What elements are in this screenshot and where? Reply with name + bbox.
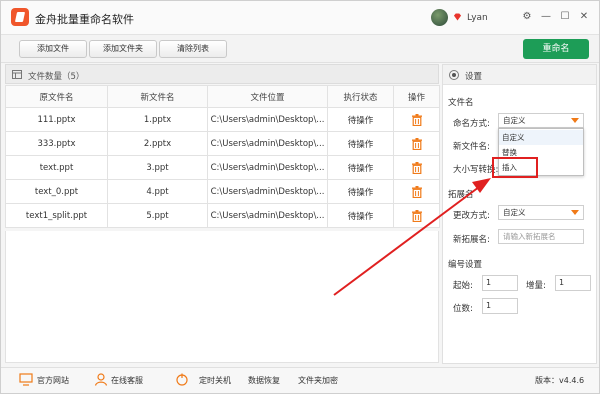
- column-header[interactable]: 原文件名: [5, 85, 108, 108]
- chevron-down-icon: [571, 118, 579, 123]
- new-filename: 3.ppt: [107, 155, 208, 180]
- new-extension-input[interactable]: 请输入新拓展名: [498, 229, 584, 244]
- timer-shutdown-icon: [176, 373, 188, 386]
- monitor-icon: [19, 373, 33, 386]
- timed-shutdown-link[interactable]: 定时关机: [199, 375, 231, 386]
- table-row[interactable]: 333.pptx 2.pptx C:\Users\admin\Desktop\.…: [5, 131, 440, 156]
- original-filename: text.ppt: [5, 155, 108, 180]
- trash-icon[interactable]: [411, 161, 422, 174]
- digits-label: 位数:: [453, 304, 473, 314]
- close-button[interactable]: ✕: [578, 11, 590, 23]
- delete-cell: [393, 107, 440, 132]
- trash-icon[interactable]: [411, 113, 422, 126]
- column-header[interactable]: 文件位置: [207, 85, 328, 108]
- official-website-link[interactable]: 官方网站: [37, 375, 69, 386]
- change-mode-label: 更改方式:: [453, 211, 490, 221]
- status-text: 待操作: [327, 131, 394, 156]
- avatar[interactable]: [431, 9, 448, 26]
- change-mode-value: 自定义: [503, 208, 526, 217]
- status-text: 待操作: [327, 155, 394, 180]
- naming-mode-label: 命名方式:: [453, 119, 490, 129]
- add-folder-button[interactable]: 添加文件夹: [89, 40, 157, 58]
- original-filename: 333.pptx: [5, 131, 108, 156]
- annotation-highlight-box: [492, 157, 538, 178]
- new-filename: 5.ppt: [107, 203, 208, 228]
- list-icon: [12, 70, 22, 79]
- original-filename: text_0.ppt: [5, 179, 108, 204]
- app-title: 金舟批量重命名软件: [35, 13, 134, 26]
- status-bar: 官方网站 在线客服 定时关机 数据恢复 文件夹加密 版本：v4.4.6: [1, 367, 599, 393]
- increment-input[interactable]: 1: [555, 275, 591, 291]
- settings-radio-icon[interactable]: [449, 70, 459, 80]
- settings-title: 设置: [465, 72, 483, 82]
- status-text: 待操作: [327, 179, 394, 204]
- delete-cell: [393, 131, 440, 156]
- new-filename-label: 新文件名:: [453, 142, 490, 152]
- file-table: 原文件名 新文件名 文件位置 执行状态 操作 111.pptx 1.pptx C…: [5, 85, 440, 228]
- title-bar: 金舟批量重命名软件 Lyan ⚙ — ☐ ✕: [1, 1, 599, 35]
- app-window: 金舟批量重命名软件 Lyan ⚙ — ☐ ✕ 添加文件 添加文件夹 清除列表 重…: [0, 0, 600, 394]
- extension-section-title: 拓展名: [448, 190, 474, 200]
- file-list-header: 文件数量（5）: [5, 64, 439, 84]
- online-support-link[interactable]: 在线客服: [111, 375, 143, 386]
- table-empty-area: [5, 231, 439, 363]
- column-header[interactable]: 新文件名: [107, 85, 208, 108]
- filename-section-title: 文件名: [448, 98, 474, 108]
- file-location: C:\Users\admin\Desktop\...: [207, 155, 328, 180]
- chevron-down-icon: [571, 210, 579, 215]
- new-extension-label: 新拓展名:: [453, 235, 490, 245]
- rename-button[interactable]: 重命名: [523, 39, 589, 59]
- table-row[interactable]: text.ppt 3.ppt C:\Users\admin\Desktop\..…: [5, 155, 440, 180]
- toolbar: 添加文件 添加文件夹 清除列表 重命名: [1, 35, 599, 63]
- support-person-icon: [94, 373, 108, 386]
- digits-input[interactable]: 1: [482, 298, 518, 314]
- change-mode-select[interactable]: 自定义: [498, 205, 584, 220]
- app-logo-icon: [11, 8, 29, 26]
- settings-header: 设置: [443, 65, 596, 85]
- delete-cell: [393, 179, 440, 204]
- status-text: 待操作: [327, 203, 394, 228]
- version-label: 版本：v4.4.6: [535, 376, 585, 385]
- file-location: C:\Users\admin\Desktop\...: [207, 107, 328, 132]
- table-row[interactable]: text1_split.ppt 5.ppt C:\Users\admin\Des…: [5, 203, 440, 228]
- delete-cell: [393, 203, 440, 228]
- file-location: C:\Users\admin\Desktop\...: [207, 203, 328, 228]
- delete-cell: [393, 155, 440, 180]
- minimize-button[interactable]: —: [540, 11, 552, 23]
- dropdown-option-custom[interactable]: 自定义: [499, 130, 583, 145]
- column-header[interactable]: 执行状态: [327, 85, 394, 108]
- settings-gear-icon[interactable]: ⚙: [521, 11, 533, 23]
- original-filename: 111.pptx: [5, 107, 108, 132]
- naming-mode-value: 自定义: [503, 116, 526, 125]
- maximize-button[interactable]: ☐: [559, 11, 571, 23]
- new-filename: 1.pptx: [107, 107, 208, 132]
- trash-icon[interactable]: [411, 185, 422, 198]
- status-text: 待操作: [327, 107, 394, 132]
- increment-label: 增量:: [526, 281, 546, 291]
- user-name[interactable]: Lyan: [467, 13, 488, 23]
- add-file-button[interactable]: 添加文件: [19, 40, 87, 58]
- data-recovery-link[interactable]: 数据恢复: [248, 375, 280, 386]
- naming-mode-select[interactable]: 自定义: [498, 113, 584, 128]
- folder-encrypt-link[interactable]: 文件夹加密: [298, 375, 338, 386]
- file-location: C:\Users\admin\Desktop\...: [207, 179, 328, 204]
- trash-icon[interactable]: [411, 209, 422, 222]
- vip-diamond-icon: [453, 13, 462, 21]
- start-input[interactable]: 1: [482, 275, 518, 291]
- new-filename: 4.ppt: [107, 179, 208, 204]
- file-location: C:\Users\admin\Desktop\...: [207, 131, 328, 156]
- numbering-section-title: 编号设置: [448, 260, 483, 270]
- column-header[interactable]: 操作: [393, 85, 440, 108]
- trash-icon[interactable]: [411, 137, 422, 150]
- table-row[interactable]: 111.pptx 1.pptx C:\Users\admin\Desktop\.…: [5, 107, 440, 132]
- original-filename: text1_split.ppt: [5, 203, 108, 228]
- new-filename: 2.pptx: [107, 131, 208, 156]
- table-header-row: 原文件名 新文件名 文件位置 执行状态 操作: [5, 85, 440, 108]
- start-label: 起始:: [453, 281, 473, 291]
- file-count-label: 文件数量（5）: [28, 72, 85, 82]
- clear-list-button[interactable]: 清除列表: [159, 40, 227, 58]
- table-row[interactable]: text_0.ppt 4.ppt C:\Users\admin\Desktop\…: [5, 179, 440, 204]
